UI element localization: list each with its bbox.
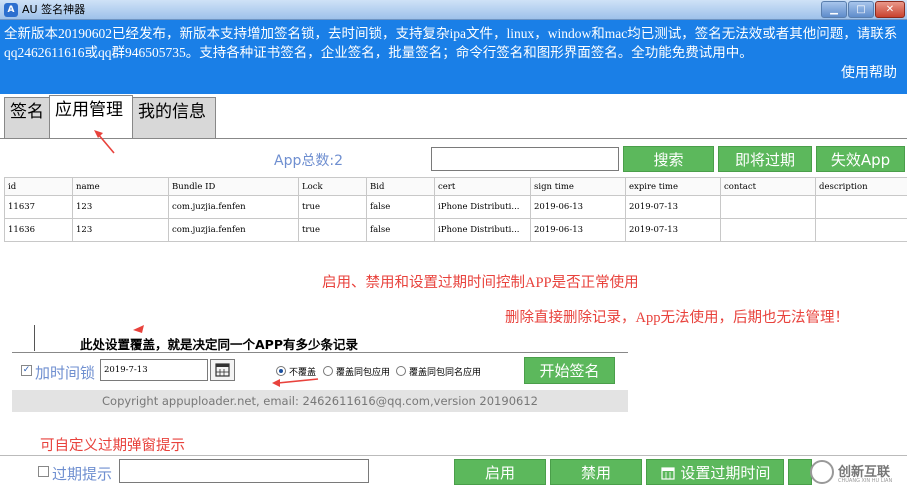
column-header-cert[interactable]: cert — [434, 177, 531, 196]
disable-button[interactable]: 禁用 — [550, 459, 642, 485]
radio-overwrite-same-bundle-name-label: 覆盖同包同名应用 — [409, 368, 482, 378]
table-row[interactable]: 11637 123 com.juzjia.fenfen true false i… — [4, 195, 907, 219]
column-header-name[interactable]: name — [72, 177, 169, 196]
cell-sign-time: 2019-06-13 — [530, 195, 626, 219]
watermark-logo-icon — [810, 460, 834, 484]
cell-contact — [720, 218, 816, 242]
column-header-id[interactable]: id — [4, 177, 73, 196]
tab-divider — [0, 138, 907, 139]
cell-lock: true — [298, 195, 367, 219]
popup-note: 可自定义过期弹窗提示 — [40, 438, 185, 454]
cell-bundle-id: com.juzjia.fenfen — [168, 195, 299, 219]
column-header-bid[interactable]: Bid — [366, 177, 435, 196]
radio-overwrite-same-bundle-name[interactable] — [396, 366, 406, 376]
overwrite-note: 此处设置覆盖，就是决定同一个APP有多少条记录 — [80, 337, 358, 352]
maximize-button[interactable]: □ — [848, 1, 874, 18]
expire-prompt-label: 过期提示 — [52, 465, 113, 483]
more-button[interactable] — [788, 459, 812, 485]
table-row[interactable]: 11636 123 com.juzjia.fenfen true false i… — [4, 218, 907, 242]
column-header-description[interactable]: description — [815, 177, 907, 196]
close-button[interactable]: ✕ — [875, 1, 905, 18]
column-header-bundle-id[interactable]: Bundle ID — [168, 177, 299, 196]
panel-left-border — [34, 325, 35, 351]
table-header-row: id name Bundle ID Lock Bid cert sign tim… — [4, 177, 907, 196]
start-sign-button[interactable]: 开始签名 — [524, 357, 615, 384]
column-header-expire-time[interactable]: expire time — [625, 177, 721, 196]
column-header-contact[interactable]: contact — [720, 177, 816, 196]
radio-overwrite-same-bundle-label: 覆盖同包应用 — [336, 368, 391, 378]
search-button[interactable]: 搜索 — [623, 146, 714, 172]
app-count-label: App总数:2 — [274, 153, 343, 169]
expire-prompt-input[interactable] — [119, 459, 369, 483]
time-lock-label: 加时间锁 — [35, 364, 96, 382]
cell-bid: false — [366, 218, 435, 242]
set-expire-button[interactable]: 设置过期时间 — [646, 459, 784, 485]
expire-prompt-checkbox[interactable] — [38, 466, 49, 477]
cell-description — [815, 218, 907, 242]
arrow-marker-icon — [133, 325, 144, 333]
au-app-icon: A — [4, 3, 18, 17]
minimize-button[interactable]: ▁ — [821, 1, 847, 18]
tab-app-management[interactable]: 应用管理 — [49, 95, 133, 139]
calendar-icon — [215, 363, 230, 377]
notice-text: 全新版本20190602已经发布，新版本支持增加签名锁，去时间锁，支持复杂ipa… — [4, 26, 898, 60]
copyright-text: Copyright appuploader.net, email: 246261… — [102, 394, 538, 408]
cell-bid: false — [366, 195, 435, 219]
cell-cert: iPhone Distributi... — [434, 195, 531, 219]
cell-lock: true — [298, 218, 367, 242]
window-title: AU 签名神器 — [22, 3, 86, 16]
cell-name: 123 — [72, 195, 169, 219]
cell-cert: iPhone Distributi... — [434, 218, 531, 242]
bottom-divider — [0, 455, 907, 456]
enable-disable-note: 启用、禁用和设置过期时间控制APP是否正常使用 — [322, 275, 639, 291]
lock-date-input[interactable]: 2019-7-13 — [100, 359, 208, 381]
panel-top-border — [12, 352, 628, 353]
arrow-to-radio-icon — [272, 378, 319, 387]
app-table: id name Bundle ID Lock Bid cert sign tim… — [4, 177, 907, 242]
tab-sign[interactable]: 签名 — [4, 97, 50, 139]
invalid-app-button[interactable]: 失效App — [816, 146, 905, 172]
radio-overwrite-same-bundle[interactable] — [323, 366, 333, 376]
cell-id: 11637 — [4, 195, 73, 219]
notice-banner: 全新版本20190602已经发布，新版本支持增加签名锁，去时间锁，支持复杂ipa… — [0, 20, 907, 94]
arrow-to-tab-icon — [94, 130, 115, 154]
cell-name: 123 — [72, 218, 169, 242]
column-header-sign-time[interactable]: sign time — [530, 177, 626, 196]
column-header-lock[interactable]: Lock — [298, 177, 367, 196]
search-input[interactable] — [431, 147, 619, 171]
cell-bundle-id: com.juzjia.fenfen — [168, 218, 299, 242]
delete-note: 删除直接删除记录，App无法使用，后期也无法管理！ — [505, 310, 849, 326]
expiring-soon-button[interactable]: 即将过期 — [718, 146, 812, 172]
cell-expire-time: 2019-07-13 — [625, 218, 721, 242]
help-link[interactable]: 使用帮助 — [841, 62, 897, 82]
cell-description — [815, 195, 907, 219]
watermark-subtext: CHUANG XIN HU LIAN — [838, 478, 893, 484]
cell-expire-time: 2019-07-13 — [625, 195, 721, 219]
watermark-logo: 创新互联 CHUANG XIN HU LIAN — [810, 458, 907, 488]
calendar-button[interactable] — [210, 359, 235, 381]
title-bar: A AU 签名神器 ▁ □ ✕ — [0, 0, 907, 20]
copyright-bar: Copyright appuploader.net, email: 246261… — [12, 390, 628, 412]
cell-id: 11636 — [4, 218, 73, 242]
enable-button[interactable]: 启用 — [454, 459, 546, 485]
set-expire-label: 设置过期时间 — [680, 464, 771, 482]
time-lock-checkbox[interactable]: ✓ — [21, 365, 32, 376]
calendar-icon — [660, 467, 675, 480]
cell-sign-time: 2019-06-13 — [530, 218, 626, 242]
tab-my-info[interactable]: 我的信息 — [132, 97, 216, 139]
cell-contact — [720, 195, 816, 219]
